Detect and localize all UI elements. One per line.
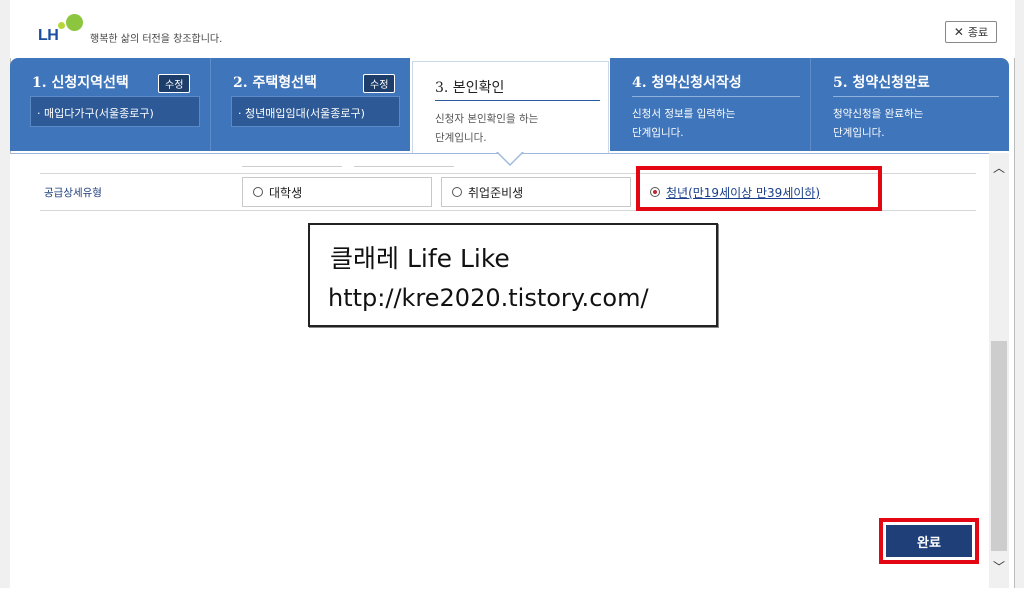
step-4-desc-line1: 신청서 정보를 입력하는 bbox=[632, 108, 736, 120]
scrollbar-thumb[interactable] bbox=[991, 341, 1007, 551]
step-4-desc: 신청서 정보를 입력하는 단계입니다. bbox=[632, 105, 735, 143]
done-button[interactable]: 완료 bbox=[886, 525, 972, 557]
watermark-box: 클래레 Life Like http://kre2020.tistory.com… bbox=[308, 223, 718, 327]
supply-type-label: 공급상세유형 bbox=[44, 187, 102, 199]
chevron-up-icon[interactable]: ︿ bbox=[989, 159, 1009, 175]
step-2-edit-button[interactable]: 수정 bbox=[363, 74, 396, 93]
vertical-scrollbar[interactable]: ︿ ﹀ bbox=[989, 153, 1009, 588]
window-right-edge bbox=[1014, 0, 1024, 588]
main-content: 공급상세유형 대학생 취업준비생 청년(만19세이상 만39세이하) 클래레 L… bbox=[10, 153, 989, 589]
step-3-desc-line1: 신청자 본인확인을 하는 bbox=[435, 113, 539, 125]
close-label: 종료 bbox=[967, 26, 989, 39]
step-1-edit-button[interactable]: 수정 bbox=[158, 74, 191, 93]
header: LH 행복한 삶의 터전을 창조합니다. ✕ 종료 bbox=[10, 0, 1015, 58]
divider bbox=[354, 166, 454, 167]
radio-icon[interactable] bbox=[452, 187, 462, 197]
step-2[interactable]: 2. 주택형선택 수정 · 청년매입임대(서울종로구) bbox=[210, 58, 410, 151]
logo-dot-small bbox=[58, 22, 65, 29]
step-2-selection: · 청년매입임대(서울종로구) bbox=[231, 96, 400, 127]
step-4-title: 4. 청약신청서작성 bbox=[632, 75, 742, 91]
step-3: 3. 본인확인 신청자 본인확인을 하는 단계입니다. bbox=[412, 61, 609, 153]
step-5-desc-line2: 단계입니다. bbox=[833, 127, 885, 139]
step-1-title: 1. 신청지역선택 bbox=[32, 75, 129, 91]
option-label: 취업준비생 bbox=[468, 185, 524, 200]
done-highlight-box: 완료 bbox=[879, 518, 979, 564]
watermark-line2: http://kre2020.tistory.com/ bbox=[328, 284, 649, 312]
step-4: 4. 청약신청서작성 신청서 정보를 입력하는 단계입니다. bbox=[610, 58, 810, 151]
highlight-box bbox=[636, 166, 882, 211]
step-2-title: 2. 주택형선택 bbox=[233, 75, 317, 91]
logo-dot-large bbox=[66, 14, 83, 31]
step-1[interactable]: 1. 신청지역선택 수정 · 매입다가구(서울종로구) bbox=[10, 58, 210, 151]
close-icon: ✕ bbox=[953, 25, 964, 39]
lh-logo: LH bbox=[38, 14, 88, 46]
step-1-selection: · 매입다가구(서울종로구) bbox=[30, 96, 200, 127]
step-bar: 1. 신청지역선택 수정 · 매입다가구(서울종로구) 2. 주택형선택 수정 … bbox=[10, 58, 1009, 153]
chevron-down-icon[interactable]: ﹀ bbox=[989, 558, 1009, 574]
step-5-desc: 청약신청을 완료하는 단계입니다. bbox=[833, 105, 923, 143]
logo-text: LH bbox=[38, 27, 59, 44]
step-5-desc-line1: 청약신청을 완료하는 bbox=[833, 108, 924, 120]
slogan: 행복한 삶의 터전을 창조합니다. bbox=[90, 34, 223, 45]
option-job-seeker[interactable]: 취업준비생 bbox=[441, 177, 631, 207]
radio-icon[interactable] bbox=[253, 187, 263, 197]
step-5: 5. 청약신청완료 청약신청을 완료하는 단계입니다. bbox=[810, 58, 1009, 151]
step-3-desc-line2: 단계입니다. bbox=[435, 132, 487, 144]
step-4-desc-line2: 단계입니다. bbox=[632, 127, 684, 139]
active-step-pointer bbox=[498, 152, 522, 164]
close-button[interactable]: ✕ 종료 bbox=[945, 21, 997, 43]
step-5-rule bbox=[833, 96, 999, 97]
step-4-rule bbox=[632, 96, 800, 97]
step-5-title: 5. 청약신청완료 bbox=[833, 75, 930, 91]
option-university-student[interactable]: 대학생 bbox=[242, 177, 432, 207]
step-3-title: 3. 본인확인 bbox=[435, 80, 505, 96]
watermark-line1: 클래레 Life Like bbox=[330, 244, 510, 273]
step-3-desc: 신청자 본인확인을 하는 단계입니다. bbox=[435, 110, 538, 148]
option-label: 대학생 bbox=[269, 185, 303, 200]
step-3-rule bbox=[435, 100, 600, 101]
divider bbox=[242, 166, 342, 167]
